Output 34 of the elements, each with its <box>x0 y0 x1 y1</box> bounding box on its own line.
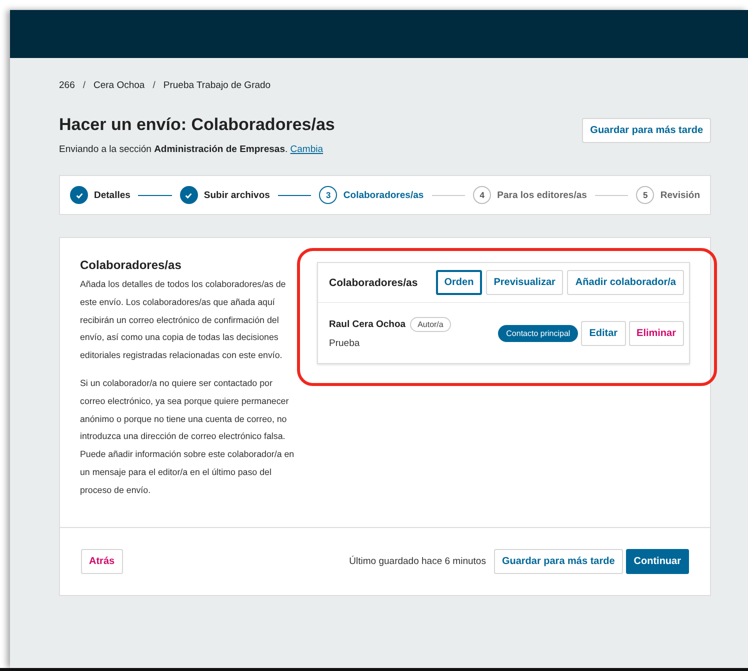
step-label[interactable]: Para los editores/as <box>497 190 587 200</box>
back-button[interactable]: Atrás <box>81 549 123 574</box>
step-label[interactable]: Colaboradores/as <box>343 190 424 200</box>
edit-button[interactable]: Editar <box>581 320 626 346</box>
step-number: 3 <box>319 186 338 204</box>
step-number: 4 <box>473 186 492 204</box>
help-paragraph: Si un colaborador/a no quiere ser contactado por correo electrónico, ya sea porque quiere permanecer anónimo o porque no tiene una cuenta de correo, no introduzca una dirección de correo electrónico falsa. Puede añadir información sobre este colaborador/a en un mensaje para el editor/a en el último paso del proceso de envío. <box>80 376 295 497</box>
role-tag: Autor/a <box>410 317 452 332</box>
help-paragraph: Añada los detalles de todos los colaboradores/as de este envío. Los colaboradores/as que añada aquí recibirán un correo electrónico de confirmación del envío, así como una copia de todas las decisiones editoriales registradas relacionadas con este envío. <box>80 278 287 362</box>
step-label[interactable]: Detalles <box>94 190 130 200</box>
primary-contact-tag: Contacto principal <box>498 324 578 342</box>
last-saved-text: Último guardado hace 6 minutos <box>349 556 486 567</box>
breadcrumb-separator: / <box>152 80 156 91</box>
panel-button[interactable]: Añadir colaborador/a <box>567 270 684 295</box>
affiliation: Prueba <box>329 338 361 349</box>
continue-button[interactable]: Continuar <box>626 549 689 574</box>
panel-title: Colaboradores/as <box>329 276 419 288</box>
step-label[interactable]: Revisión <box>660 190 700 200</box>
section-title: Colaboradores/as <box>80 258 182 272</box>
save-later-button[interactable]: Guardar para más tarde <box>582 118 711 143</box>
delete-button[interactable]: Eliminar <box>628 320 684 346</box>
breadcrumb-separator: / <box>82 80 86 91</box>
change-link[interactable]: Cambia <box>290 144 324 155</box>
panel-button[interactable]: Previsualizar <box>486 270 564 295</box>
step-label[interactable]: Subir archivos <box>204 190 270 200</box>
contributor-name: Raul Cera Ochoa <box>329 319 406 330</box>
page-title: Hacer un envío: Colaboradores/as <box>59 115 335 135</box>
panel-button[interactable]: Orden <box>436 270 482 295</box>
breadcrumb-link[interactable]: 266 <box>59 80 75 91</box>
save-later-button[interactable]: Guardar para más tarde <box>494 549 623 574</box>
step-number: 5 <box>636 186 654 204</box>
breadcrumb-link[interactable]: Cera Ochoa <box>94 80 145 91</box>
breadcrumb-link[interactable]: Prueba Trabajo de Grado <box>163 80 271 91</box>
section-note: Enviando a la sección Administración de Empresas. <box>59 144 288 155</box>
